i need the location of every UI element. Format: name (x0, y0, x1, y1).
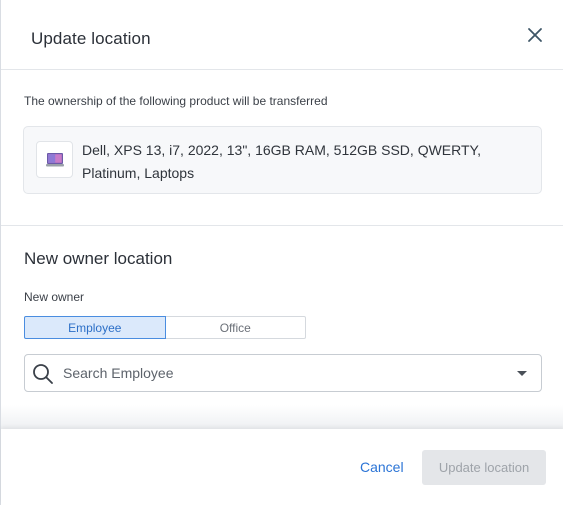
footer-shadow (1, 405, 563, 429)
search-icon (33, 364, 53, 384)
close-icon[interactable] (525, 25, 545, 45)
search-input[interactable] (63, 355, 503, 391)
dialog-header: Update location (1, 0, 563, 70)
product-thumbnail (36, 141, 73, 178)
update-location-dialog: Update location The ownership of the fol… (0, 0, 563, 505)
employee-search-select[interactable] (24, 354, 542, 392)
dialog-title: Update location (31, 29, 151, 48)
cancel-button[interactable]: Cancel (360, 459, 404, 475)
product-card: Dell, XPS 13, i7, 2022, 13", 16GB RAM, 5… (23, 126, 542, 194)
toggle-office[interactable]: Office (165, 316, 306, 339)
caret-down-icon[interactable] (516, 370, 528, 377)
toggle-employee[interactable]: Employee (24, 316, 166, 339)
dialog-footer: Cancel Update location (1, 429, 563, 505)
product-name: Dell, XPS 13, i7, 2022, 13", 16GB RAM, 5… (82, 142, 481, 181)
owner-type-toggle: Employee Office (24, 316, 306, 339)
section-divider (1, 225, 563, 226)
new-owner-label: New owner (24, 290, 85, 304)
transfer-description: The ownership of the following product w… (24, 94, 328, 108)
laptop-icon (46, 153, 64, 167)
section-title: New owner location (24, 249, 173, 268)
update-location-button[interactable]: Update location (422, 450, 546, 485)
